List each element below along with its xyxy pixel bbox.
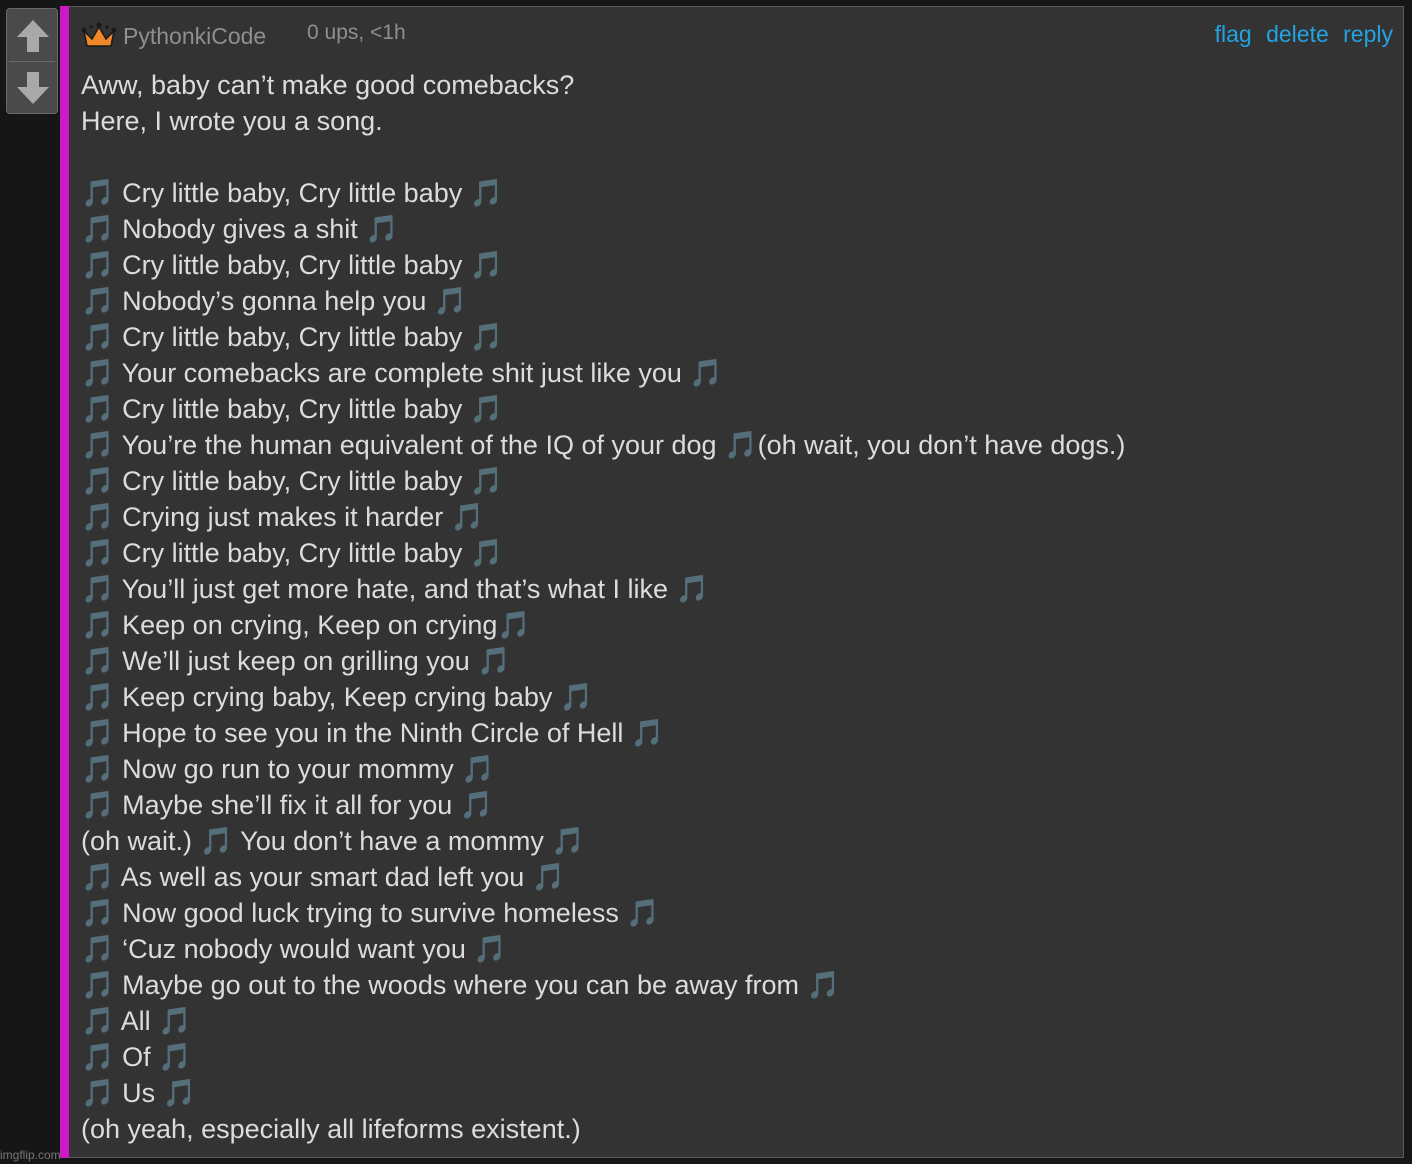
crown-icon	[81, 22, 117, 47]
comment-meta: 0 ups, <1h	[307, 21, 406, 44]
imgflip-watermark: imgflip.com	[0, 1148, 60, 1162]
comment-body: Aww, baby can’t make good comebacks? Her…	[81, 67, 1393, 1147]
comment-header: PythonkiCode 0 ups, <1h flag delete repl…	[81, 21, 1393, 51]
comment-line: 🎵 Cry little baby, Cry little baby 🎵	[81, 394, 504, 424]
comment-line: 🎵 Hope to see you in the Ninth Circle of…	[81, 718, 665, 748]
comment-line: 🎵 ‘Cuz nobody would want you 🎵	[81, 934, 507, 964]
comment-line: 🎵 Keep crying baby, Keep crying baby 🎵	[81, 682, 594, 712]
comment-line: 🎵 Crying just makes it harder 🎵	[81, 502, 485, 532]
comment-line: 🎵 Us 🎵	[81, 1078, 197, 1108]
comment-line: 🎵 We’ll just keep on grilling you 🎵	[81, 646, 511, 676]
comment-line: 🎵 Maybe she’ll fix it all for you 🎵	[81, 790, 494, 820]
comment-line: 🎵 As well as your smart dad left you 🎵	[81, 862, 566, 892]
comment-line: 🎵 Now good luck trying to survive homele…	[81, 898, 660, 928]
comment-line: 🎵 Cry little baby, Cry little baby 🎵	[81, 466, 504, 496]
username-link[interactable]: PythonkiCode	[123, 23, 266, 50]
comment-actions: flag delete reply	[1207, 21, 1393, 48]
comment-line: Aww, baby can’t make good comebacks?	[81, 70, 575, 100]
comment-line: 🎵 Your comebacks are complete shit just …	[81, 358, 724, 388]
upvote-button[interactable]	[7, 11, 59, 61]
comment-line: 🎵 Cry little baby, Cry little baby 🎵	[81, 250, 504, 280]
vote-box	[6, 8, 58, 114]
comment-line: 🎵 You’re the human equivalent of the IQ …	[81, 430, 1126, 460]
comment-line: 🎵 Cry little baby, Cry little baby 🎵	[81, 538, 504, 568]
arrow-up-icon	[17, 20, 49, 52]
vote-divider	[9, 61, 55, 62]
comment-line: 🎵 Of 🎵	[81, 1042, 192, 1072]
comment-line: 🎵 All 🎵	[81, 1006, 192, 1036]
comment-line: (oh wait.) 🎵 You don’t have a mommy 🎵	[81, 826, 585, 856]
delete-link[interactable]: delete	[1266, 21, 1329, 47]
comment-card: PythonkiCode 0 ups, <1h flag delete repl…	[69, 6, 1404, 1158]
comment-line: Here, I wrote you a song.	[81, 106, 383, 136]
comment-line: 🎵 Nobody gives a shit 🎵	[81, 214, 399, 244]
comment-line: (oh yeah, especially all lifeforms exist…	[81, 1114, 581, 1144]
comment-line: 🎵 Now go run to your mommy 🎵	[81, 754, 495, 784]
comment-line: 🎵 Maybe go out to the woods where you ca…	[81, 970, 841, 1000]
comment-line: 🎵 You’ll just get more hate, and that’s …	[81, 574, 710, 604]
reply-link[interactable]: reply	[1343, 21, 1393, 47]
comment-line: 🎵 Nobody’s gonna help you 🎵	[81, 286, 468, 316]
comment-line	[81, 139, 1393, 175]
flag-link[interactable]: flag	[1215, 21, 1252, 47]
comment-line: 🎵 Keep on crying, Keep on crying🎵	[81, 610, 531, 640]
arrow-down-icon	[17, 72, 49, 104]
comment-line: 🎵 Cry little baby, Cry little baby 🎵	[81, 178, 504, 208]
comment-line: 🎵 Cry little baby, Cry little baby 🎵	[81, 322, 504, 352]
comment-accent-bar	[60, 6, 69, 1158]
downvote-button[interactable]	[7, 63, 59, 113]
